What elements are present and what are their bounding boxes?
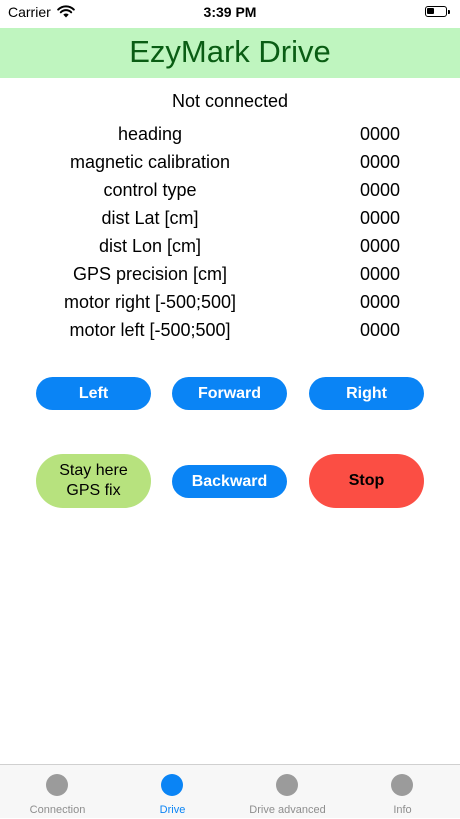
backward-button[interactable]: Backward: [172, 465, 287, 498]
tab-label: Connection: [29, 804, 86, 816]
stay-button-line2: GPS fix: [66, 482, 121, 499]
telemetry-label: GPS precision [cm]: [72, 264, 228, 284]
tab-drive-advanced[interactable]: Drive advanced: [230, 765, 345, 819]
title-bar: EzyMark Drive: [0, 28, 460, 78]
forward-button[interactable]: Forward: [172, 377, 287, 410]
circle-icon: [161, 774, 183, 796]
telemetry-value: 0000: [359, 292, 401, 312]
tab-drive[interactable]: Drive: [115, 765, 230, 819]
telemetry-label: heading: [117, 124, 183, 144]
telemetry-row-gps-precision: GPS precision [cm] 0000: [0, 262, 460, 288]
telemetry-label: control type: [103, 180, 197, 200]
tab-info[interactable]: Info: [345, 765, 460, 819]
status-bar: Carrier 3:39 PM: [0, 0, 460, 26]
telemetry-value: 0000: [359, 208, 401, 228]
telemetry-row-magnetic-calibration: magnetic calibration 0000: [0, 150, 460, 176]
stop-button[interactable]: Stop: [309, 454, 424, 508]
app-title: EzyMark Drive: [129, 34, 331, 69]
tab-label: Drive: [159, 804, 186, 816]
telemetry-row-dist-lon: dist Lon [cm] 0000: [0, 234, 460, 260]
stay-button-line1: Stay here: [59, 462, 128, 479]
circle-icon: [276, 774, 298, 796]
telemetry-value: 0000: [359, 320, 401, 340]
telemetry-label: magnetic calibration: [69, 152, 231, 172]
telemetry-row-dist-lat: dist Lat [cm] 0000: [0, 206, 460, 232]
telemetry-row-motor-left: motor left [-500;500] 0000: [0, 318, 460, 344]
telemetry-value: 0000: [359, 124, 401, 144]
telemetry-label: motor right [-500;500]: [63, 292, 237, 312]
telemetry-value: 0000: [359, 236, 401, 256]
telemetry-value: 0000: [359, 152, 401, 172]
tab-label: Info: [393, 804, 412, 816]
right-button[interactable]: Right: [309, 377, 424, 410]
telemetry-value: 0000: [359, 180, 401, 200]
left-button[interactable]: Left: [36, 377, 151, 410]
battery-icon: [425, 6, 450, 17]
tab-connection[interactable]: Connection: [0, 765, 115, 819]
tab-label: Drive advanced: [249, 804, 326, 816]
connection-status: Not connected: [171, 91, 289, 111]
circle-icon: [46, 774, 68, 796]
telemetry-row-motor-right: motor right [-500;500] 0000: [0, 290, 460, 316]
stay-here-gps-fix-button[interactable]: Stay here GPS fix: [36, 454, 151, 508]
clock: 3:39 PM: [203, 4, 257, 20]
tab-bar: Connection Drive Drive advanced Info: [0, 764, 460, 818]
telemetry-value: 0000: [359, 264, 401, 284]
telemetry-label: dist Lon [cm]: [98, 236, 202, 256]
telemetry-label: motor left [-500;500]: [69, 320, 231, 340]
telemetry-label: dist Lat [cm]: [101, 208, 199, 228]
telemetry-row-heading: heading 0000: [0, 122, 460, 148]
circle-icon: [391, 774, 413, 796]
telemetry-row-control-type: control type 0000: [0, 178, 460, 204]
